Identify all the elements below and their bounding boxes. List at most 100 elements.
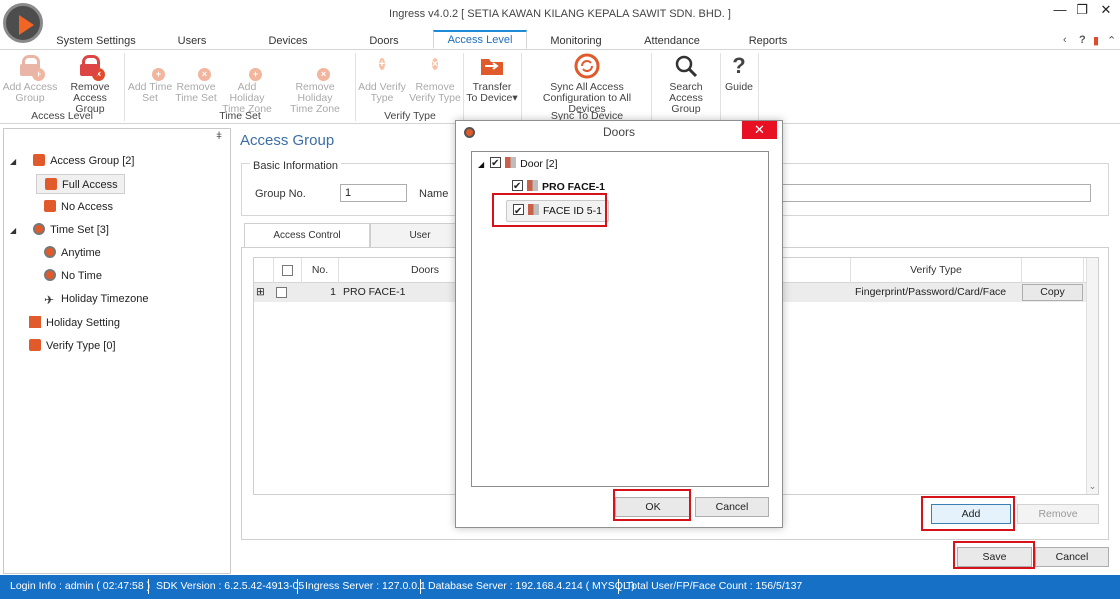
access-level-group-caption: Access Level	[31, 110, 93, 122]
name-label: Name	[419, 188, 449, 200]
office-icon[interactable]: ▮	[1093, 34, 1099, 47]
pro-face-1-checkbox[interactable]	[512, 178, 523, 196]
transfer-to-device-button[interactable]: Transfer To Device▾	[466, 53, 518, 104]
calendar-icon	[29, 316, 41, 328]
window-title: Ingress v4.0.2 [ SETIA KAWAN KILANG KEPA…	[389, 8, 731, 20]
lock-icon	[44, 200, 56, 212]
door-icon	[505, 157, 517, 168]
lock-icon	[33, 154, 46, 166]
status-bar: Login Info : admin ( 02:47:58 ) SDK Vers…	[0, 575, 1120, 599]
ribbon-separator	[651, 53, 652, 121]
ribbon-expand-icon[interactable]: ⌃	[1107, 34, 1116, 47]
tab-access-level[interactable]: Access Level	[433, 30, 527, 49]
verify-remove-icon: ×	[431, 58, 439, 70]
highlight-add	[921, 496, 1015, 531]
close-window-button[interactable]: ✕	[1095, 2, 1117, 18]
tree-node-full-access[interactable]: Full Access	[36, 174, 125, 194]
search-access-group-button[interactable]: Search Access Group	[654, 53, 718, 115]
grid-header-checkbox[interactable]	[274, 258, 302, 283]
holiday-remove-icon: ×	[302, 53, 330, 81]
door-root-checkbox[interactable]	[490, 155, 502, 173]
guide-button[interactable]: ? Guide	[722, 53, 756, 93]
basic-information-legend: Basic Information	[250, 160, 341, 172]
tab-reports[interactable]: Reports	[745, 32, 791, 50]
tab-users[interactable]: Users	[170, 32, 214, 50]
ribbon-separator	[521, 53, 522, 121]
copy-button[interactable]: Copy	[1022, 284, 1083, 301]
grid-header-verify-type[interactable]: Verify Type	[851, 258, 1022, 283]
remove-access-group-button[interactable]: × Remove Access Group	[58, 53, 122, 115]
tab-system-settings[interactable]: System Settings	[55, 32, 137, 50]
dialog-cancel-button[interactable]: Cancel	[695, 497, 769, 517]
ribbon-collapse-icon[interactable]: ‹	[1063, 34, 1067, 46]
grid-header-no[interactable]: No.	[302, 258, 339, 283]
add-access-group-button[interactable]: + Add Access Group	[2, 53, 58, 104]
remove-button[interactable]: Remove	[1017, 504, 1099, 524]
collapse-arrow-icon[interactable]: ◢	[10, 152, 20, 172]
tab-attendance[interactable]: Attendance	[640, 32, 704, 50]
tree-node-anytime[interactable]: Anytime	[44, 243, 101, 263]
tree-node-no-access[interactable]: No Access	[44, 197, 113, 217]
group-no-field[interactable]: 1	[340, 184, 407, 202]
tab-devices[interactable]: Devices	[263, 32, 313, 50]
tab-monitoring[interactable]: Monitoring	[545, 32, 607, 50]
tree-node-door-root[interactable]: ◢Door [2]	[478, 155, 558, 173]
collapse-arrow-icon[interactable]: ◢	[10, 221, 20, 241]
select-all-checkbox[interactable]	[282, 264, 293, 276]
status-separator	[420, 579, 421, 594]
highlight-face-id	[492, 193, 607, 227]
search-icon	[673, 53, 699, 79]
clock-remove-icon: ×	[183, 53, 211, 81]
scroll-down-icon[interactable]: ⌄	[1087, 481, 1098, 492]
remove-holiday-time-zone-button[interactable]: × Remove Holiday Time Zone	[277, 53, 353, 115]
tree-node-no-time[interactable]: No Time	[44, 266, 102, 286]
ribbon-separator	[355, 53, 356, 121]
grid-header-expander	[254, 258, 274, 283]
name-field[interactable]	[782, 184, 1091, 202]
collapse-arrow-icon[interactable]: ◢	[478, 160, 484, 169]
sync-all-access-button[interactable]: Sync All Access Configuration to All Dev…	[524, 53, 650, 115]
holiday-add-icon: +	[234, 53, 262, 81]
airplane-icon: ✈	[44, 293, 55, 307]
sync-icon	[574, 53, 600, 79]
remove-verify-type-button[interactable]: × Remove Verify Type	[408, 53, 462, 104]
add-time-set-button[interactable]: + Add Time Set	[127, 53, 173, 104]
minimize-button[interactable]: —	[1049, 2, 1071, 17]
time-set-group-caption: Time Set	[219, 110, 261, 122]
door-icon	[527, 180, 538, 191]
row-expand-icon[interactable]: ⊞	[256, 283, 272, 302]
tree-node-holiday-setting[interactable]: Holiday Setting	[29, 313, 120, 333]
dialog-close-button[interactable]: ✕	[742, 121, 777, 139]
status-separator	[618, 579, 619, 594]
ribbon-tab-strip: System Settings Users Devices Doors Acce…	[0, 30, 1120, 50]
tree-node-holiday-timezone[interactable]: ✈ Holiday Timezone	[44, 289, 148, 309]
verify-add-icon: +	[378, 58, 386, 70]
add-holiday-time-zone-button[interactable]: + Add Holiday Time Zone	[219, 53, 275, 115]
status-sdk: SDK Version : 6.2.5.42-4913-05	[156, 580, 305, 592]
tree-node-access-group[interactable]: ◢ Access Group [2]	[10, 151, 134, 171]
remove-time-set-button[interactable]: × Remove Time Set	[173, 53, 219, 104]
grid-scrollbar[interactable]: ⌄	[1086, 258, 1098, 494]
verify-type-group-caption: Verify Type	[384, 110, 436, 122]
status-login: Login Info : admin ( 02:47:58 )	[10, 580, 151, 592]
tab-access-control[interactable]: Access Control	[244, 223, 370, 248]
ribbon: + Add Access Group × Remove Access Group…	[0, 50, 1120, 124]
title-bar: Ingress v4.0.2 [ SETIA KAWAN KILANG KEPA…	[0, 0, 1120, 43]
group-no-label: Group No.	[255, 188, 306, 200]
add-verify-type-button[interactable]: + Add Verify Type	[358, 53, 406, 104]
restore-button[interactable]: ❐	[1071, 2, 1093, 18]
help-icon[interactable]: ?	[1079, 34, 1086, 46]
tab-doors[interactable]: Doors	[362, 32, 406, 50]
clock-icon	[44, 246, 56, 258]
ribbon-separator	[463, 53, 464, 121]
row-checkbox-cell[interactable]	[276, 283, 300, 302]
pin-icon[interactable]: ǂ	[216, 131, 222, 142]
tree-node-time-set[interactable]: ◢ Time Set [3]	[10, 220, 109, 240]
row-checkbox[interactable]	[276, 286, 287, 298]
row-no: 1	[330, 286, 336, 298]
status-separator	[148, 579, 149, 594]
status-ingress-server: Ingress Server : 127.0.0.1	[305, 580, 426, 592]
tree-node-verify-type[interactable]: Verify Type [0]	[29, 336, 116, 356]
dialog-title: Doors	[602, 125, 635, 139]
cancel-button[interactable]: Cancel	[1035, 547, 1109, 567]
